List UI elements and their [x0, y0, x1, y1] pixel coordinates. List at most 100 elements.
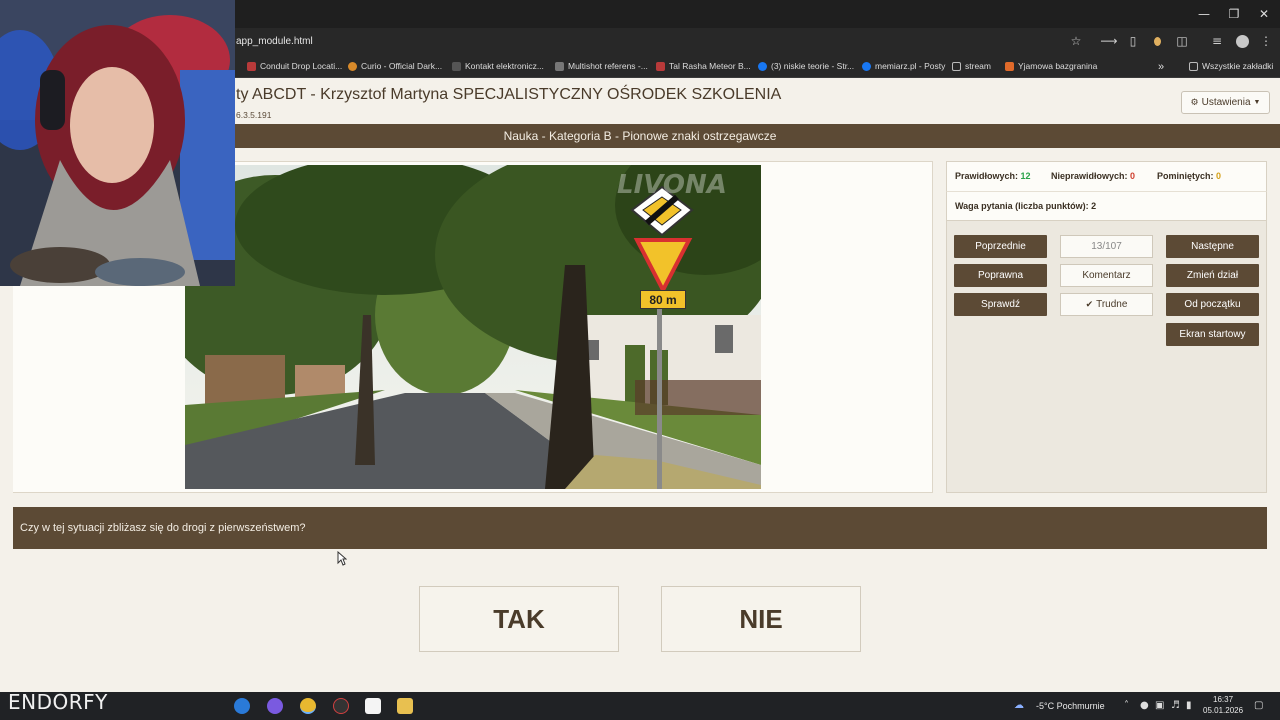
bookmark-label: Multishot referens -... — [568, 61, 648, 71]
close-icon[interactable]: ✕ — [1248, 0, 1280, 28]
yes-button[interactable]: TAK — [419, 586, 619, 652]
counter-value: 13/107 — [1091, 241, 1122, 252]
notifications-icon[interactable]: ▢ — [1254, 700, 1263, 711]
blank-panel — [13, 286, 185, 492]
tray-chevron-icon[interactable]: ˄ — [1124, 700, 1129, 711]
stat-correct: Prawidłowych: 12 — [955, 171, 1031, 181]
volume-icon[interactable]: ♬ — [1171, 700, 1180, 711]
bookmark-item[interactable]: stream — [952, 61, 991, 71]
difficult-toggle[interactable]: ✔ Trudne — [1060, 293, 1153, 316]
extension-icon[interactable] — [1150, 34, 1164, 48]
stat-skipped-value: 0 — [1216, 171, 1222, 181]
puzzle-icon[interactable]: ◫ — [1175, 34, 1189, 48]
weather-cloud-icon: ☁ — [1014, 700, 1024, 711]
battery-icon[interactable]: ▮ — [1186, 700, 1192, 711]
check-button[interactable]: Sprawdź — [954, 293, 1047, 316]
facebook-icon — [758, 61, 767, 71]
bookmark-item[interactable]: Conduit Drop Locati... — [247, 61, 342, 71]
bookmark-label: Conduit Drop Locati... — [260, 61, 343, 71]
chrome-icon[interactable] — [300, 698, 316, 714]
restore-icon[interactable]: ❐ — [1218, 0, 1250, 28]
change-section-button[interactable]: Zmień dział — [1166, 264, 1259, 287]
watermark-logo: LIVONA — [617, 170, 727, 200]
start-screen-button[interactable]: Ekran startowy — [1166, 323, 1259, 346]
file-explorer-icon[interactable] — [397, 698, 413, 714]
bookmark-label: Yjamowa bazgranina — [1018, 61, 1098, 71]
difficult-label: Trudne — [1096, 299, 1128, 310]
bookmark-favicon-icon — [555, 61, 564, 71]
bookmark-item[interactable]: Yjamowa bazgranina — [1005, 61, 1097, 71]
comment-button[interactable]: Komentarz — [1060, 264, 1153, 287]
url-text[interactable]: app_module.html — [236, 36, 313, 47]
stat-wrong-label: Nieprawidłowych: — [1051, 171, 1128, 181]
bookmark-label: Kontakt elektronicz... — [465, 61, 544, 71]
comment-label: Komentarz — [1082, 270, 1131, 281]
profile-avatar-icon[interactable] — [1235, 34, 1249, 48]
app-icon[interactable] — [365, 698, 381, 714]
question-weight: Waga pytania (liczba punktów): 2 — [955, 201, 1097, 211]
stat-wrong-value: 0 — [1130, 171, 1136, 181]
previous-button[interactable]: Poprzednie — [954, 235, 1047, 258]
edge-icon[interactable] — [234, 698, 250, 714]
bookmark-favicon-icon — [247, 61, 256, 71]
bookmark-label: Tal Rasha Meteor B... — [669, 61, 751, 71]
bookmark-item[interactable]: Kontakt elektronicz... — [452, 61, 544, 71]
caret-down-icon: ▼ — [1253, 99, 1261, 106]
correct-answer-button[interactable]: Poprawna — [954, 264, 1047, 287]
no-button[interactable]: NIE — [661, 586, 861, 652]
bookmark-item[interactable]: Curio - Official Dark... — [348, 61, 442, 71]
bookmark-item[interactable]: (3) niskie teorie - Str... — [758, 61, 854, 71]
clock-date: 05.01.2026 — [1203, 706, 1244, 715]
all-bookmarks[interactable]: Wszystkie zakładki — [1189, 61, 1273, 71]
from-start-button[interactable]: Od początku — [1166, 293, 1259, 316]
document-icon[interactable]: ▯ — [1126, 34, 1140, 48]
minimize-icon[interactable]: — — [1188, 0, 1220, 28]
stat-skipped: Pominiętych: 0 — [1157, 171, 1221, 181]
microphone-icon[interactable]: ● — [1140, 700, 1149, 711]
all-bookmarks-label: Wszystkie zakładki — [1202, 61, 1274, 71]
discord-icon[interactable] — [267, 698, 283, 714]
stat-correct-value: 12 — [1020, 171, 1031, 181]
settings-button[interactable]: ⚙ Ustawienia ▼ — [1181, 91, 1270, 114]
network-icon[interactable]: ▣ — [1155, 700, 1164, 711]
bookmark-item[interactable]: Tal Rasha Meteor B... — [656, 61, 751, 71]
question-bar: Czy w tej sytuacji zbliżasz się do drogi… — [13, 507, 1267, 549]
bookmark-label: stream — [965, 61, 991, 71]
page-title: ty ABCDT - Krzysztof Martyna SPECJALISTY… — [236, 86, 782, 103]
sign-distance-plate: 80 m — [640, 290, 686, 309]
road-scene-image — [185, 165, 761, 489]
bookmarks-overflow-icon[interactable]: » — [1158, 61, 1164, 73]
extension-pin-icon[interactable]: ⟶ — [1100, 34, 1117, 48]
next-button[interactable]: Następne — [1166, 235, 1259, 258]
menu-list-icon[interactable]: ≡ — [1210, 34, 1224, 48]
obs-icon[interactable] — [333, 698, 349, 714]
clock[interactable]: 16:37 05.01.2026 — [1203, 694, 1243, 716]
app-version: 6.3.5.191 — [236, 110, 272, 120]
mouse-cursor-icon — [337, 551, 347, 566]
bookmark-favicon-icon — [348, 61, 357, 71]
stat-wrong: Nieprawidłowych: 0 — [1051, 171, 1135, 181]
folder-icon — [952, 61, 961, 71]
stat-correct-label: Prawidłowych: — [955, 171, 1019, 181]
bookmark-item[interactable]: Multishot referens -... — [555, 61, 648, 71]
bookmark-label: Curio - Official Dark... — [361, 61, 443, 71]
question-text: Czy w tej sytuacji zbliżasz się do drogi… — [20, 522, 306, 534]
star-icon[interactable]: ☆ — [1069, 34, 1083, 48]
bookmark-favicon-icon — [1005, 61, 1014, 71]
bookmark-label: (3) niskie teorie - Str... — [771, 61, 855, 71]
webcam-overlay — [0, 0, 235, 286]
question-counter: 13/107 — [1060, 235, 1153, 258]
brand-logo: ENDORFY — [8, 690, 108, 714]
stat-skipped-label: Pominiętych: — [1157, 171, 1214, 181]
bookmark-item[interactable]: memiarz.pl - Posty — [862, 61, 945, 71]
weather-status[interactable]: -5°C Pochmurnie — [1036, 701, 1105, 711]
more-options-icon[interactable]: ⋮ — [1259, 34, 1273, 48]
bookmark-favicon-icon — [656, 61, 665, 71]
checkmark-icon: ✔ — [1085, 299, 1094, 310]
bookmark-label: memiarz.pl - Posty — [875, 61, 946, 71]
settings-label: Ustawienia — [1201, 97, 1251, 108]
bookmark-favicon-icon — [452, 61, 461, 71]
section-title: Nauka - Kategoria B - Pionowe znaki ostr… — [503, 129, 777, 143]
folder-icon — [1189, 61, 1198, 71]
gears-icon: ⚙ — [1190, 97, 1199, 108]
